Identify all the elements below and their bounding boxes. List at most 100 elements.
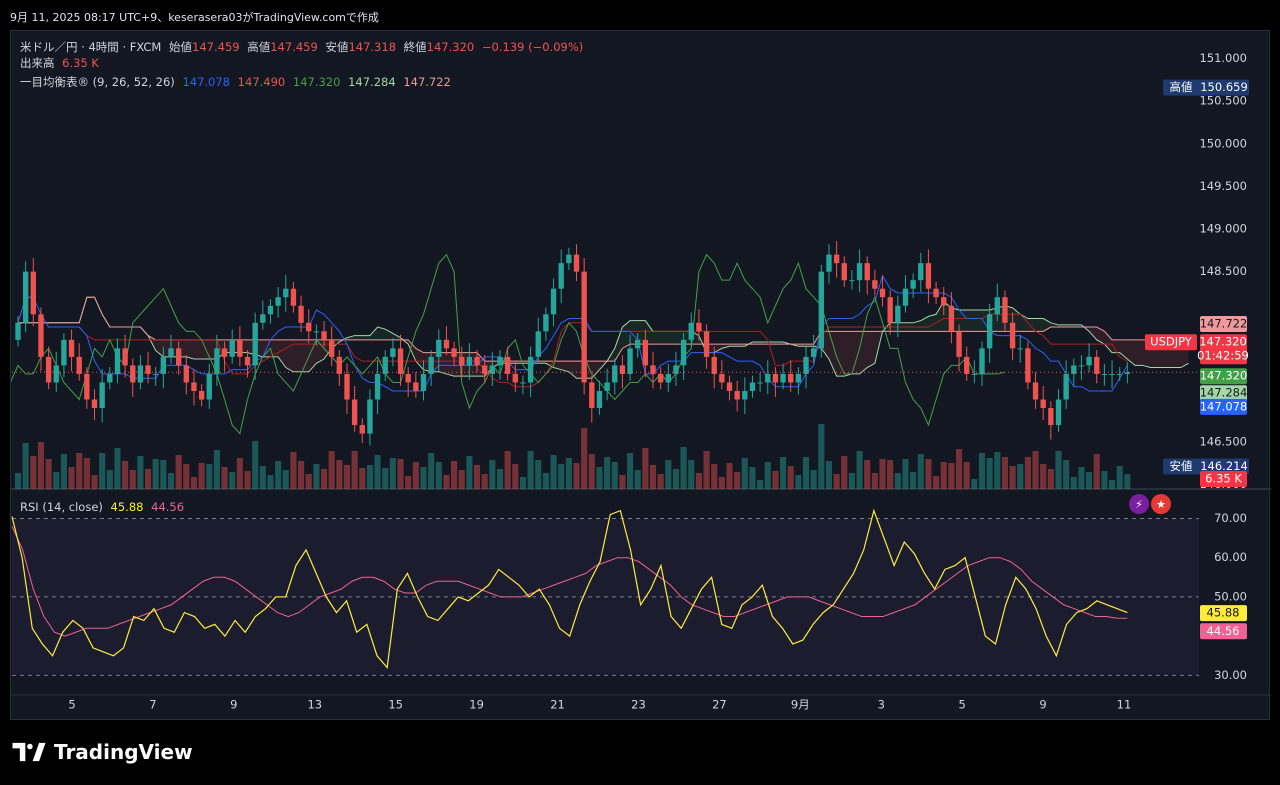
candle-body[interactable] [711, 356, 717, 374]
candle-body[interactable] [780, 373, 786, 383]
candle-body[interactable] [1032, 382, 1039, 400]
symbol-line[interactable]: 米ドル／円 · 4時間 · FXCM [20, 40, 161, 54]
candle-body[interactable] [191, 382, 197, 391]
candle-body[interactable] [703, 331, 710, 357]
candle-body[interactable] [290, 288, 297, 306]
candle-body[interactable] [757, 382, 763, 384]
candle-body[interactable] [84, 373, 90, 400]
candle-body[interactable] [872, 280, 878, 289]
candle-body[interactable] [573, 254, 580, 272]
candle-body[interactable] [351, 399, 358, 426]
candle-body[interactable] [61, 339, 67, 366]
candle-body[interactable] [841, 263, 847, 281]
candle-body[interactable] [833, 254, 840, 264]
candle-body[interactable] [313, 331, 320, 333]
candle-body[interactable] [30, 271, 36, 315]
candle-body[interactable] [604, 382, 610, 391]
candle-body[interactable] [948, 305, 955, 332]
candle-body[interactable] [175, 348, 182, 366]
candle-body[interactable] [788, 373, 794, 383]
candle-body[interactable] [436, 339, 442, 357]
candle-body[interactable] [642, 339, 649, 366]
candle-body[interactable] [956, 331, 962, 357]
candle-body[interactable] [153, 373, 159, 375]
candle-body[interactable] [428, 356, 434, 374]
candle-body[interactable] [160, 356, 167, 374]
candle-body[interactable] [910, 280, 916, 289]
candle-body[interactable] [512, 373, 518, 383]
candle-body[interactable] [925, 263, 932, 289]
us-flag-icon[interactable]: ★ [1151, 494, 1171, 514]
candle-body[interactable] [321, 331, 327, 340]
candle-body[interactable] [1055, 399, 1062, 426]
candle-body[interactable] [864, 263, 870, 281]
candle-body[interactable] [1101, 373, 1108, 375]
candle-body[interactable] [933, 288, 939, 298]
candle-body[interactable] [374, 373, 381, 400]
candle-body[interactable] [244, 356, 251, 366]
candle-body[interactable] [497, 356, 503, 366]
candle-body[interactable] [130, 365, 136, 383]
candle-body[interactable] [1124, 372, 1131, 374]
candle-body[interactable] [114, 348, 121, 374]
candle-body[interactable] [183, 365, 189, 383]
candle-body[interactable] [742, 390, 748, 400]
candle-body[interactable] [665, 373, 671, 383]
candle-body[interactable] [543, 314, 549, 332]
chart-frame[interactable]: 151.000 150.500 150.000 149.500 149.000 148.5… [10, 30, 1271, 721]
candle-body[interactable] [979, 348, 985, 374]
candle-body[interactable] [1071, 365, 1077, 374]
candle-body[interactable] [1025, 348, 1031, 383]
candle-body[interactable] [413, 382, 419, 391]
candle-body[interactable] [298, 305, 304, 323]
candle-body[interactable] [566, 254, 572, 264]
candle-body[interactable] [550, 288, 557, 315]
candle-body[interactable] [443, 339, 450, 349]
candle-body[interactable] [45, 356, 52, 383]
candle-body[interactable] [627, 348, 633, 374]
candle-body[interactable] [1094, 356, 1100, 374]
candle-body[interactable] [76, 356, 82, 374]
candle-body[interactable] [696, 322, 702, 332]
candle-body[interactable] [451, 348, 457, 357]
candle-body[interactable] [198, 390, 205, 400]
volume-legend[interactable]: 出来高 6.35 K [20, 56, 103, 70]
candle-body[interactable] [168, 348, 174, 357]
candle-body[interactable] [336, 356, 343, 374]
candle-body[interactable] [22, 271, 29, 323]
candle-body[interactable] [1040, 399, 1046, 409]
candle-body[interactable] [650, 365, 656, 374]
candle-body[interactable] [1063, 373, 1069, 400]
chart-canvas[interactable]: 151.000 150.500 150.000 149.500 149.000 148.5… [11, 31, 1271, 721]
candle-body[interactable] [237, 339, 243, 357]
candle-body[interactable] [283, 288, 289, 298]
candle-body[interactable] [420, 373, 427, 391]
candle-body[interactable] [527, 356, 534, 383]
candle-body[interactable] [635, 339, 641, 349]
candle-body[interactable] [137, 365, 144, 383]
candle-body[interactable] [267, 305, 274, 315]
candle-body[interactable] [902, 288, 909, 306]
candle-body[interactable] [122, 348, 128, 366]
candle-body[interactable] [1048, 408, 1054, 426]
candle-body[interactable] [986, 314, 993, 349]
candle-body[interactable] [221, 348, 228, 357]
candle-body[interactable] [941, 297, 947, 306]
candle-body[interactable] [53, 365, 59, 383]
candle-body[interactable] [581, 271, 587, 383]
candle-body[interactable] [367, 399, 373, 434]
candle-body[interactable] [535, 331, 541, 357]
candle-body[interactable] [719, 373, 725, 383]
candle-body[interactable] [520, 382, 526, 384]
candle-body[interactable] [359, 425, 365, 434]
candle-body[interactable] [329, 339, 335, 357]
candle-body[interactable] [749, 382, 756, 391]
candle-body[interactable] [688, 322, 694, 340]
candle-body[interactable] [397, 348, 404, 374]
rsi-legend[interactable]: RSI (14, close) 45.88 44.56 [20, 500, 188, 514]
candle-body[interactable] [810, 348, 817, 357]
candle-body[interactable] [795, 373, 802, 383]
candle-body[interactable] [879, 288, 886, 298]
candle-body[interactable] [765, 373, 771, 383]
candle-body[interactable] [596, 390, 603, 409]
